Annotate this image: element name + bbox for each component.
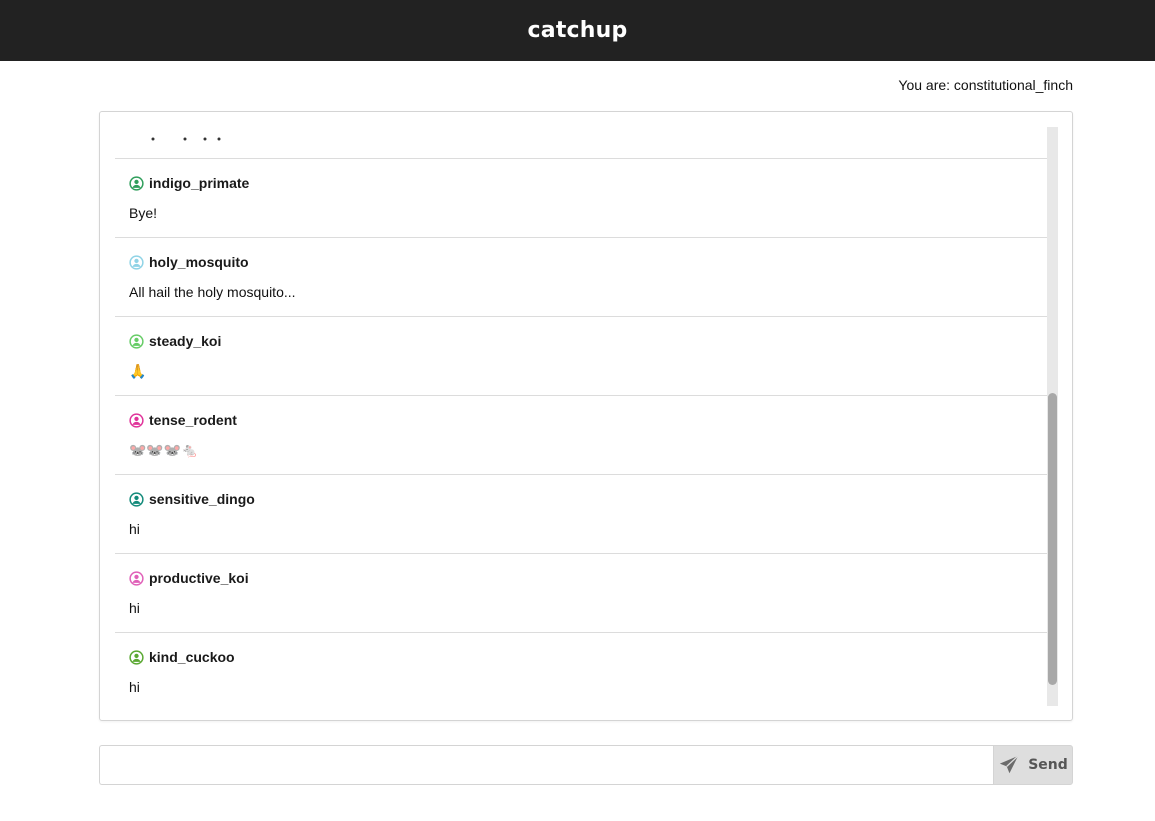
- message-username: tense_rodent: [149, 412, 237, 428]
- message-username: productive_koi: [149, 570, 249, 586]
- message-header: holy_mosquito: [129, 254, 249, 270]
- user-icon: [129, 333, 144, 349]
- message-item: productive_koihi: [115, 554, 1047, 633]
- message-text: hi: [129, 521, 140, 537]
- message-item: tense_rodent 🐭🐭🐭🐁: [115, 396, 1047, 475]
- message-text: hi: [129, 679, 140, 695]
- message-item: steady_koi 🙏: [115, 317, 1047, 396]
- message-header: steady_koi: [129, 333, 221, 349]
- message-text: 🙏: [129, 363, 147, 379]
- message-scrollbar[interactable]: [1047, 127, 1058, 706]
- paper-plane-icon: [1000, 755, 1019, 774]
- user-icon: [129, 254, 144, 270]
- user-icon: [129, 570, 144, 586]
- message-scroll-area[interactable]: indigo_primate Bye! holy_mosquito All hail …: [115, 127, 1047, 706]
- message-username: indigo_primate: [149, 175, 250, 191]
- message-input[interactable]: [99, 745, 993, 785]
- message-text: All hail the holy mosquito...: [129, 284, 296, 300]
- message-list: indigo_primate Bye! holy_mosquito All hail …: [115, 127, 1047, 706]
- message-username: steady_koi: [149, 333, 222, 349]
- message-item: holy_mosquito All hail the holy mosquito.…: [115, 238, 1047, 317]
- scrollbar-thumb[interactable]: [1048, 393, 1057, 685]
- user-icon: [129, 491, 144, 507]
- message-username: holy_mosquito: [149, 254, 249, 270]
- message-username: sensitive_dingo: [149, 491, 255, 507]
- message-header: tense_rodent: [129, 412, 237, 428]
- message-composer: Send: [99, 745, 1073, 785]
- message-text: 🐭🐭🐭🐁: [129, 442, 199, 458]
- app-title: catchup: [527, 18, 628, 43]
- message-item: sensitive_dingohi: [115, 475, 1047, 554]
- message-text: hi: [129, 600, 140, 616]
- message-header: productive_koi: [129, 570, 249, 586]
- message-header: sensitive_dingo: [129, 491, 255, 507]
- message-text: Bye!: [129, 205, 158, 221]
- message-partial-text: [145, 132, 235, 148]
- message-item-partial: [115, 127, 1047, 159]
- user-icon: [129, 412, 144, 428]
- message-username: kind_cuckoo: [149, 649, 235, 665]
- send-button-label: Send: [1028, 757, 1068, 773]
- chat-panel: indigo_primate Bye! holy_mosquito All hail …: [99, 111, 1073, 721]
- user-icon: [129, 175, 144, 191]
- message-item: kind_cuckoohi: [115, 633, 1047, 706]
- send-button[interactable]: Send: [993, 745, 1073, 785]
- top-navbar: catchup: [0, 0, 1155, 61]
- message-item: indigo_primate Bye!: [115, 159, 1047, 238]
- user-icon: [129, 649, 144, 665]
- message-header: kind_cuckoo: [129, 649, 235, 665]
- current-user-label: You are: constitutional_finch: [898, 77, 1073, 93]
- message-header: indigo_primate: [129, 175, 249, 191]
